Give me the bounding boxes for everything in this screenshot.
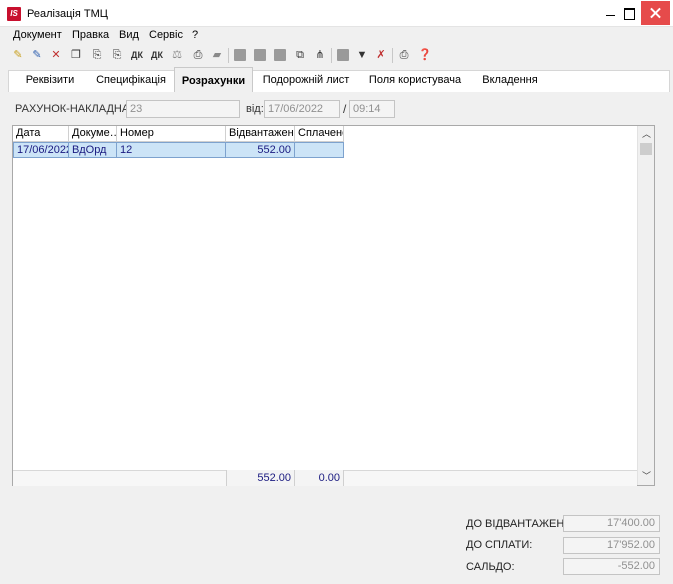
- copy-doc-icon[interactable]: ✎: [29, 47, 45, 63]
- delete-doc-icon[interactable]: ✕: [48, 47, 64, 63]
- export-icon[interactable]: ▰: [209, 47, 225, 63]
- toolbar-separator: [392, 48, 393, 63]
- maximize-button[interactable]: [615, 0, 644, 27]
- window-title: Реалізація ТМЦ: [27, 8, 108, 20]
- invoice-number-field[interactable]: 23: [126, 100, 240, 118]
- toolbar: ✎ ✎ ✕ ❐ ⎘ ⎘ ДК ДК ⚖ ⎙ ▰ ⧉ ⋔ ▼ ✗ ⎙ ❓: [0, 44, 673, 66]
- balance-label: САЛЬДО:: [466, 561, 515, 573]
- cell-shipped[interactable]: 552.00: [226, 142, 295, 158]
- block-icon[interactable]: [234, 49, 246, 61]
- tree-icon[interactable]: ⋔: [312, 47, 328, 63]
- dk-alt-icon[interactable]: ДК: [149, 47, 165, 63]
- date-time-separator: /: [343, 102, 347, 116]
- printer-icon[interactable]: ⎙: [396, 47, 412, 63]
- cell-date[interactable]: 17/06/2022: [13, 142, 69, 158]
- menu-help[interactable]: ?: [192, 29, 198, 41]
- block-alt2-icon[interactable]: [274, 49, 286, 61]
- title-bar: IS Реалізація ТМЦ: [0, 0, 673, 27]
- total-shipped: 552.00: [226, 470, 295, 486]
- menu-bar: Документ Правка Вид Сервіс ?: [0, 27, 673, 44]
- vertical-scrollbar[interactable]: ︿ ﹀: [637, 126, 654, 485]
- app-logo-icon: IS: [7, 7, 21, 21]
- tab-bar: Реквізити Специфікація Розрахунки Подоро…: [0, 66, 673, 92]
- new-doc-icon[interactable]: ✎: [10, 47, 26, 63]
- to-shipment-field: 17'400.00: [563, 515, 660, 532]
- to-payment-field: 17'952.00: [563, 537, 660, 554]
- column-header-shipped[interactable]: Відвантажено: [226, 126, 295, 142]
- total-paid: 0.00: [295, 470, 344, 486]
- balance-icon[interactable]: ⚖: [169, 47, 185, 63]
- clear-filter-icon[interactable]: ✗: [373, 47, 389, 63]
- column-header-date[interactable]: Дата: [13, 126, 69, 142]
- table-row[interactable]: 17/06/2022 ВдОрд 12 552.00: [13, 142, 344, 158]
- settlements-panel: РАХУНОК-НАКЛАДНА №: 23 від: 17/06/2022 /…: [0, 92, 673, 584]
- to-payment-label: ДО СПЛАТИ:: [466, 539, 533, 551]
- tab-waybill[interactable]: Подорожній лист: [256, 66, 356, 91]
- cell-document[interactable]: ВдОрд: [69, 142, 117, 158]
- help-icon[interactable]: ❓: [417, 47, 433, 63]
- filter-icon[interactable]: ▼: [354, 47, 370, 63]
- menu-document[interactable]: Документ: [13, 29, 62, 41]
- scroll-thumb[interactable]: [640, 143, 652, 155]
- add-alt-icon[interactable]: ⎘: [109, 47, 125, 63]
- toolbar-separator: [228, 48, 229, 63]
- block-alt-icon[interactable]: [254, 49, 266, 61]
- block-alt3-icon[interactable]: [337, 49, 349, 61]
- invoice-time-field[interactable]: 09:14: [349, 100, 395, 118]
- tab-specification[interactable]: Специфікація: [90, 66, 172, 91]
- menu-view[interactable]: Вид: [119, 29, 139, 41]
- tab-requisites[interactable]: Реквізити: [10, 66, 90, 91]
- balance-field: -552.00: [563, 558, 660, 575]
- settlements-grid: Дата Докуме… Номер Відвантажено Сплачено…: [12, 125, 655, 486]
- tab-attachments[interactable]: Вкладення: [474, 66, 546, 91]
- invoice-date-label: від:: [246, 103, 264, 115]
- cell-paid[interactable]: [295, 142, 344, 158]
- scroll-down-icon[interactable]: ﹀: [638, 468, 655, 485]
- column-header-document[interactable]: Докуме…: [69, 126, 117, 142]
- cell-number[interactable]: 12: [117, 142, 226, 158]
- toolbar-separator: [331, 48, 332, 63]
- close-button[interactable]: [641, 1, 670, 25]
- tab-settlements[interactable]: Розрахунки: [174, 67, 253, 92]
- tab-user-fields[interactable]: Поля користувача: [360, 66, 470, 91]
- duplicate-icon[interactable]: ❐: [68, 47, 84, 63]
- scroll-up-icon[interactable]: ︿: [638, 126, 655, 143]
- column-header-paid[interactable]: Сплачено: [295, 126, 344, 142]
- column-header-number[interactable]: Номер: [117, 126, 226, 142]
- invoice-date-field[interactable]: 17/06/2022: [264, 100, 340, 118]
- print-preview-icon[interactable]: ⎙: [190, 47, 206, 63]
- menu-edit[interactable]: Правка: [72, 29, 109, 41]
- link-icon[interactable]: ⧉: [292, 47, 308, 63]
- add-icon[interactable]: ⎘: [89, 47, 105, 63]
- dk-icon[interactable]: ДК: [129, 47, 145, 63]
- menu-service[interactable]: Сервіс: [149, 29, 183, 41]
